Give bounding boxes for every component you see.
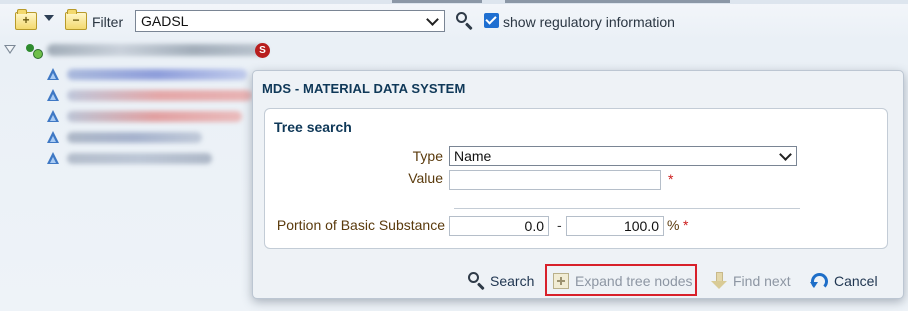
chevron-down-icon <box>779 148 792 161</box>
chevron-down-icon <box>426 13 439 26</box>
regulatory-checkbox[interactable] <box>484 13 499 28</box>
dialog-title: MDS - MATERIAL DATA SYSTEM <box>262 81 466 96</box>
filter-select[interactable]: GADSL <box>135 10 445 32</box>
blue-pyramid-icon <box>47 152 59 164</box>
blue-pyramid-icon <box>47 68 59 80</box>
tree-node-label-redacted[interactable] <box>67 132 202 143</box>
search-button-label: Search <box>490 273 535 289</box>
top-border <box>0 0 908 4</box>
search-button[interactable]: Search <box>467 271 537 293</box>
search-icon[interactable] <box>455 11 475 31</box>
value-label: Value <box>408 170 443 186</box>
range-separator: - <box>557 217 562 233</box>
folder-minus-icon[interactable]: − <box>65 9 87 30</box>
tree-search-panel: Tree search Type Name Value * Portion of… <box>264 108 888 249</box>
blue-pyramid-icon <box>47 89 59 101</box>
required-marker: * <box>683 217 689 233</box>
filter-label: Filter <box>92 14 124 30</box>
regulatory-checkbox-label[interactable]: show regulatory information <box>503 14 675 30</box>
percent-unit: % <box>667 217 680 233</box>
regulatory-badge-icon: S <box>255 43 270 58</box>
section-title: Tree search <box>274 119 352 135</box>
expand-plus-icon <box>553 273 569 289</box>
tree-search-dialog: MDS - MATERIAL DATA SYSTEM Tree search T… <box>252 70 904 299</box>
search-icon <box>467 271 487 291</box>
portion-max-input[interactable]: 100.0 <box>566 216 664 236</box>
cancel-button[interactable]: Cancel <box>810 271 881 293</box>
root-node-icon <box>26 44 44 59</box>
arrow-down-icon <box>711 272 727 290</box>
tree-node-label-redacted[interactable] <box>67 153 212 164</box>
collapse-triangle-icon[interactable] <box>4 45 16 54</box>
folder-plus-icon[interactable]: + <box>15 9 37 30</box>
portion-label: Portion of Basic Substance <box>276 217 445 233</box>
tree-node-label-redacted[interactable] <box>67 69 247 80</box>
expand-tree-nodes-button[interactable]: Expand tree nodes <box>553 271 693 293</box>
required-marker: * <box>668 171 674 187</box>
find-next-button[interactable]: Find next <box>709 271 793 293</box>
top-border-segment <box>505 0 730 3</box>
value-input[interactable] <box>449 170 661 190</box>
find-next-label: Find next <box>733 273 791 289</box>
portion-min-input[interactable]: 0.0 <box>449 216 549 236</box>
type-select-value: Name <box>454 148 492 164</box>
expand-button-label: Expand tree nodes <box>575 273 693 289</box>
blue-pyramid-icon <box>47 131 59 143</box>
cancel-button-label: Cancel <box>834 273 878 289</box>
material-tree: S <box>0 40 270 180</box>
tree-node-label-redacted[interactable] <box>67 90 252 101</box>
toolbar: + − Filter GADSL show regulatory informa… <box>0 9 908 36</box>
tree-root-label-redacted[interactable] <box>47 44 267 56</box>
blue-pyramid-icon <box>47 110 59 122</box>
undo-arrow-icon <box>810 273 828 290</box>
type-label: Type <box>412 148 443 164</box>
divider <box>454 208 800 209</box>
dropdown-caret-icon[interactable] <box>44 15 54 21</box>
top-border-segment <box>392 0 482 3</box>
filter-select-value: GADSL <box>141 13 189 29</box>
type-select[interactable]: Name <box>449 146 797 166</box>
tree-node-label-redacted[interactable] <box>67 111 242 122</box>
